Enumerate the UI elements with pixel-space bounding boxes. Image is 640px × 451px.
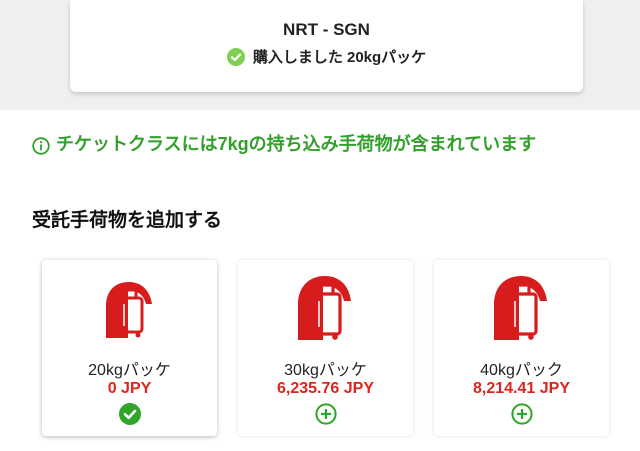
option-price: 6,235.76 JPY — [277, 380, 374, 397]
section-title: 受託手荷物を追加する — [32, 210, 223, 231]
flight-route: NRT - SGN — [283, 20, 370, 39]
suitcase-icon — [492, 274, 550, 349]
plus-circle-icon — [314, 403, 337, 425]
baggage-option-40kg[interactable]: 40kgパック 8,214.41 JPY — [434, 260, 609, 436]
top-band: NRT - SGN 購入しました 20kgパッケ — [0, 0, 640, 110]
flight-card: NRT - SGN 購入しました 20kgパッケ — [70, 0, 583, 92]
baggage-option-20kg[interactable]: 20kgパッケ 0 JPY — [42, 260, 217, 436]
option-price: 0 JPY — [107, 380, 152, 397]
option-name: 30kgパッケ — [284, 362, 367, 379]
suitcase-icon — [296, 274, 354, 349]
purchased-status: 購入しました 20kgパッケ — [70, 46, 583, 67]
selected-indicator — [42, 403, 217, 425]
option-name: 40kgパック — [480, 362, 563, 379]
info-icon — [32, 137, 50, 160]
plus-circle-icon — [510, 403, 533, 425]
add-button[interactable] — [238, 403, 413, 425]
suitcase-icon — [104, 280, 154, 347]
baggage-options: 20kgパッケ 0 JPY 30kgパッケ 6,235.76 JPY 40kgパ… — [42, 260, 610, 436]
option-price: 8,214.41 JPY — [473, 380, 570, 397]
purchased-text: 購入しました 20kgパッケ — [252, 49, 427, 66]
check-circle-icon — [226, 47, 245, 66]
add-button[interactable] — [434, 403, 609, 425]
check-circle-icon — [118, 403, 141, 425]
carry-on-notice: チケットクラスには7kgの持ち込み手荷物が含まれています — [32, 133, 612, 160]
option-name: 20kgパッケ — [88, 362, 171, 379]
baggage-option-30kg[interactable]: 30kgパッケ 6,235.76 JPY — [238, 260, 413, 436]
notice-text: チケットクラスには7kgの持ち込み手荷物が含まれています — [56, 134, 537, 154]
